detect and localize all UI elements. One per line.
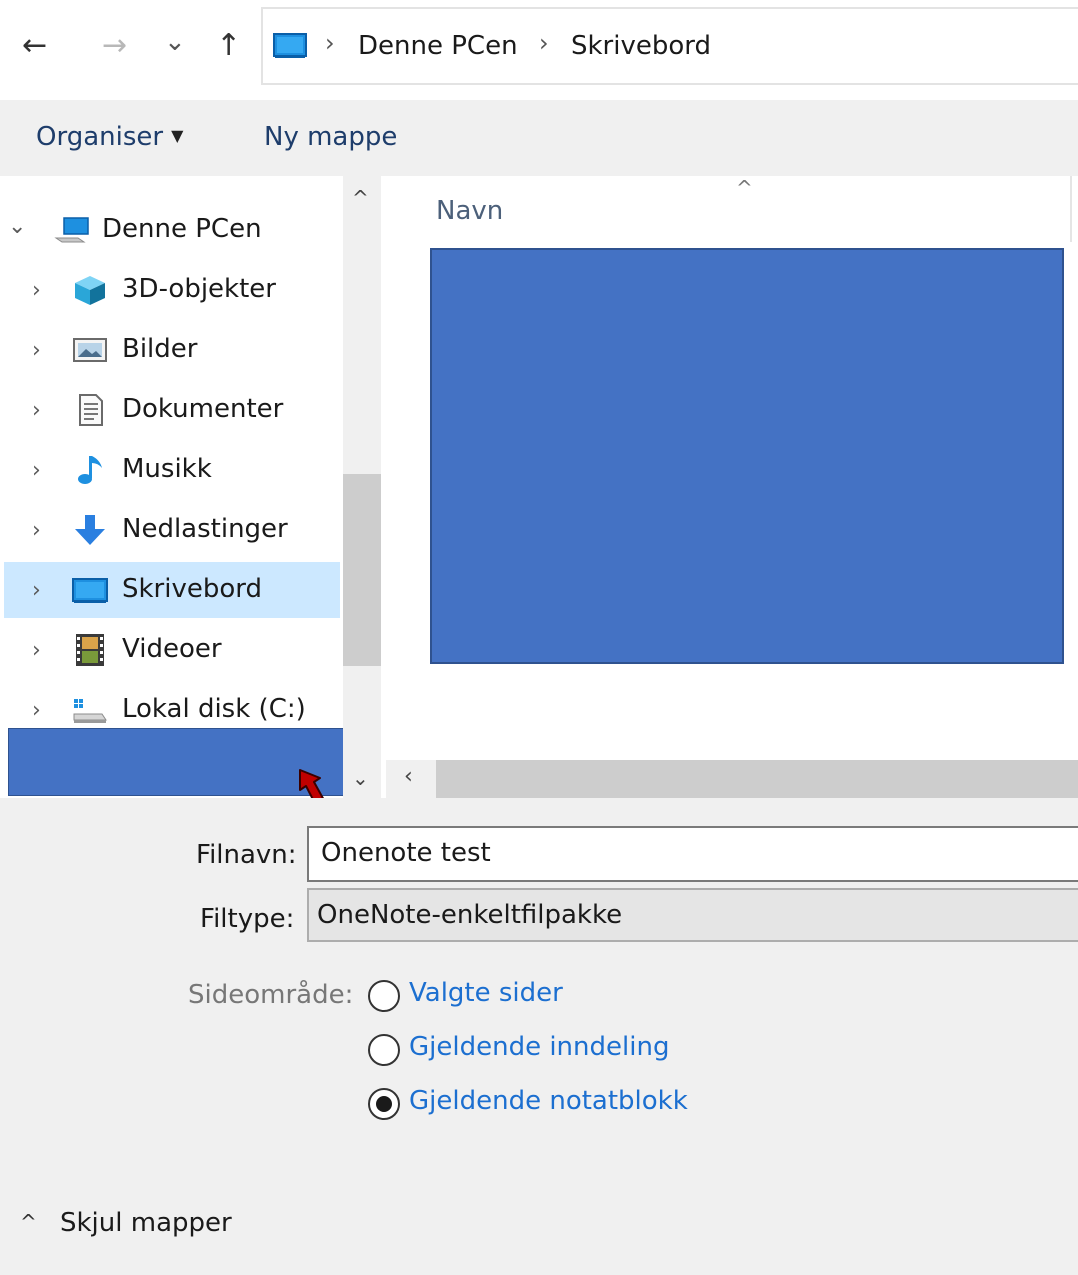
redacted-region — [430, 248, 1064, 664]
tree-item-musikk[interactable]: › Musikk — [4, 442, 340, 498]
chevron-right-icon[interactable]: › — [32, 518, 41, 543]
radio-button[interactable] — [368, 980, 400, 1012]
radio-button-checked[interactable] — [368, 1088, 400, 1120]
chevron-right-icon[interactable]: › — [32, 698, 41, 723]
vertical-scrollbar[interactable]: ^ ⌄ — [343, 176, 381, 798]
navigation-pane[interactable]: ⌄ Denne PCen › 3D-objekter › Bilder › Do… — [0, 176, 384, 798]
tree-label: Lokal disk (C:) — [122, 694, 306, 724]
radio-label[interactable]: Gjeldende notatblokk — [409, 1086, 688, 1116]
tree-item-nedlastinger[interactable]: › Nedlastinger — [4, 502, 340, 558]
tree-item-videoer[interactable]: › Videoer — [4, 622, 340, 678]
forward-arrow-icon[interactable]: → — [102, 28, 127, 64]
chevron-right-icon[interactable]: › — [32, 578, 41, 603]
tree-label: Musikk — [122, 454, 212, 484]
chevron-down-icon[interactable]: ⌄ — [8, 214, 26, 239]
dropdown-caret-icon: ▼ — [171, 126, 184, 145]
tree-label: 3D-objekter — [122, 274, 276, 304]
chevron-right-icon[interactable]: › — [32, 638, 41, 663]
radio-button[interactable] — [368, 1034, 400, 1066]
organize-button[interactable]: Organiser ▼ — [36, 122, 183, 152]
breadcrumb-item-skrivebord[interactable]: Skrivebord — [571, 31, 711, 61]
tree-label: Skrivebord — [122, 574, 263, 604]
radio-label[interactable]: Gjeldende inndeling — [409, 1032, 669, 1062]
tree-label: Videoer — [122, 634, 222, 664]
column-header-name[interactable]: Navn — [436, 196, 503, 226]
horizontal-scrollbar[interactable]: ‹ — [386, 760, 1078, 798]
chevron-up-icon: ^ — [20, 1210, 37, 1234]
new-folder-button[interactable]: Ny mappe — [264, 122, 397, 152]
chevron-right-icon[interactable]: › — [32, 458, 41, 483]
scrollbar-thumb[interactable] — [436, 760, 1078, 798]
hide-folders-label: Skjul mapper — [60, 1208, 232, 1238]
annotation-arrow-icon — [299, 769, 324, 798]
document-icon — [79, 394, 103, 426]
sort-ascending-icon: ^ — [736, 176, 753, 200]
address-bar[interactable]: › Denne PCen › Skrivebord — [261, 7, 1078, 85]
file-list-pane[interactable]: ^ Navn ‹ — [386, 176, 1078, 798]
tree-item-3d-objekter[interactable]: › 3D-objekter — [4, 262, 340, 318]
desktop-icon — [72, 578, 108, 603]
music-note-icon — [78, 456, 102, 484]
tree-label: Dokumenter — [122, 394, 284, 424]
download-arrow-icon — [75, 515, 105, 545]
film-icon — [76, 634, 104, 666]
back-arrow-icon[interactable]: ← — [22, 28, 47, 64]
chevron-right-icon[interactable]: › — [32, 338, 41, 363]
breadcrumb-separator-icon: › — [539, 29, 549, 57]
command-bar: Organiser ▼ Ny mappe — [0, 100, 1078, 176]
scroll-up-icon[interactable]: ^ — [352, 186, 369, 210]
tree-item-skrivebord[interactable]: › Skrivebord — [4, 562, 340, 618]
pictures-icon — [73, 338, 107, 362]
recent-locations-chevron-icon[interactable]: ⌄ — [164, 24, 186, 60]
scroll-left-icon[interactable]: ‹ — [404, 764, 413, 789]
chevron-right-icon[interactable]: › — [32, 278, 41, 303]
breadcrumb-item-denne-pcen[interactable]: Denne PCen — [358, 31, 518, 61]
drive-icon — [73, 699, 107, 723]
breadcrumb-separator-icon: › — [325, 29, 335, 57]
computer-icon — [54, 217, 89, 243]
tree-item-denne-pcen[interactable]: ⌄ Denne PCen — [4, 202, 340, 258]
tree-label: Denne PCen — [102, 214, 262, 244]
tree-item-bilder[interactable]: › Bilder — [4, 322, 340, 378]
tree-item-dokumenter[interactable]: › Dokumenter — [4, 382, 340, 438]
filename-field[interactable]: Onenote test — [307, 826, 1078, 882]
radio-label[interactable]: Valgte sider — [409, 978, 563, 1008]
radio-dot-icon — [376, 1096, 392, 1112]
filetype-label: Filtype: — [200, 904, 295, 934]
cube-3d-icon — [75, 276, 105, 305]
page-range-label: Sideområde: — [188, 980, 354, 1010]
tree-label: Bilder — [122, 334, 198, 364]
chevron-right-icon[interactable]: › — [32, 398, 41, 423]
column-divider[interactable] — [1070, 176, 1072, 242]
save-options-panel: Filnavn: Onenote test Filtype: OneNote-e… — [0, 798, 1078, 1275]
organize-label: Organiser — [36, 122, 164, 152]
scrollbar-thumb[interactable] — [343, 474, 381, 666]
address-row: ← → ⌄ ↑ › Denne PCen › Skrivebord — [0, 0, 1078, 96]
filetype-select[interactable]: OneNote-enkeltfilpakke — [307, 888, 1078, 942]
tree-label: Nedlastinger — [122, 514, 288, 544]
filename-label: Filnavn: — [196, 840, 297, 870]
up-arrow-icon[interactable]: ↑ — [216, 28, 241, 64]
desktop-icon — [273, 33, 307, 58]
